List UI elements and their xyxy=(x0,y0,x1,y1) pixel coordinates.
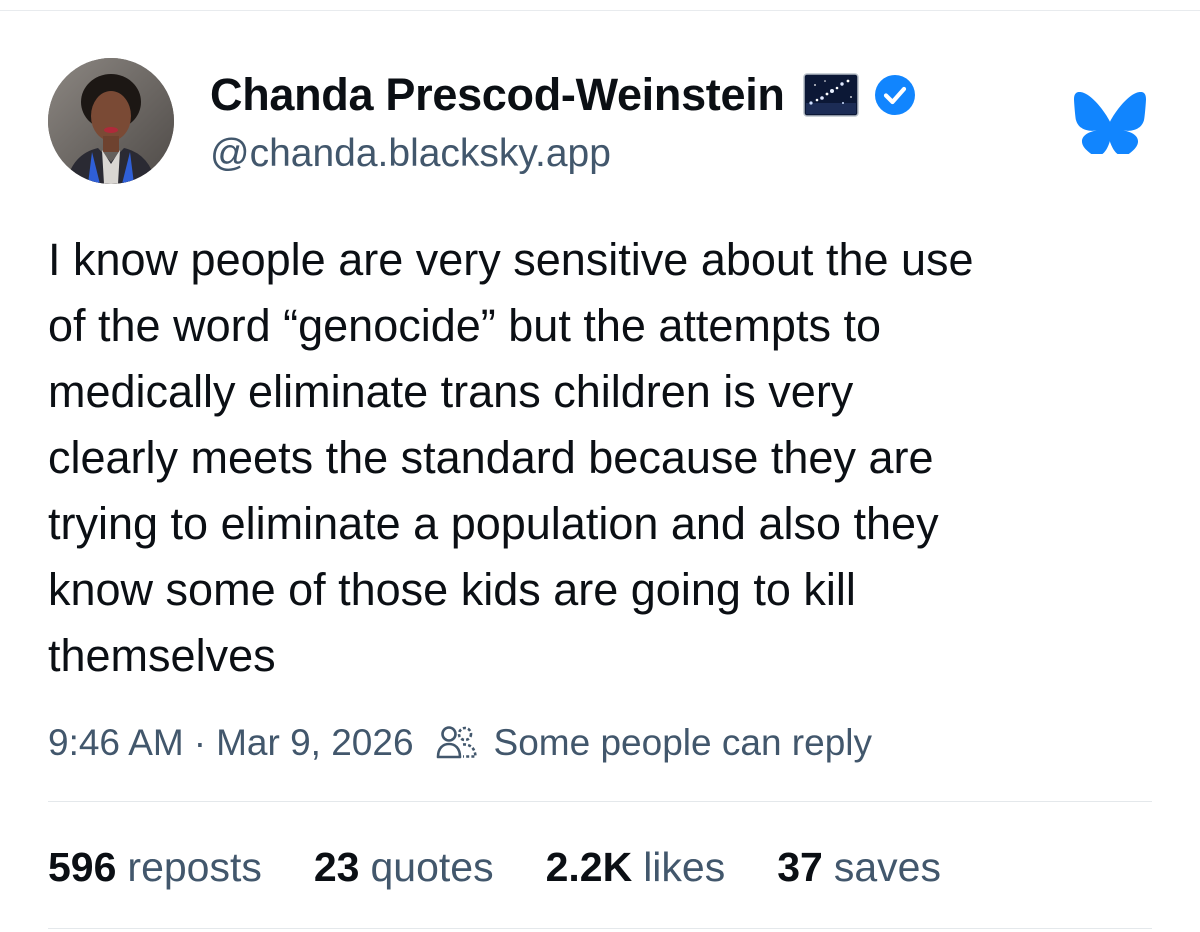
engagement-stats: 596 reposts 23 quotes 2.2K likes 37 save… xyxy=(48,840,993,894)
author-name-row: Chanda Prescod-Weinstein xyxy=(210,66,917,124)
quotes-count: 23 xyxy=(313,843,360,890)
divider xyxy=(48,801,1152,802)
night-sky-stars-emoji-icon xyxy=(802,73,859,117)
divider xyxy=(48,928,1152,929)
reply-setting-text[interactable]: Some people can reply xyxy=(494,722,872,764)
author-handle[interactable]: @chanda.blacksky.app xyxy=(210,132,611,176)
people-icon xyxy=(436,723,478,763)
reposts-label: reposts xyxy=(127,843,262,890)
saves-label: saves xyxy=(833,843,941,890)
author-display-name[interactable]: Chanda Prescod-Weinstein xyxy=(210,69,785,121)
meta-separator: · xyxy=(193,722,207,763)
saves-stat[interactable]: 37 saves xyxy=(777,844,941,891)
quotes-label: quotes xyxy=(370,843,494,890)
likes-label: likes xyxy=(643,843,726,890)
post-body-text: I know people are very sensitive about t… xyxy=(48,234,974,681)
post-meta-row: 9:46 AM · Mar 9, 2026 Some people can re… xyxy=(48,718,872,768)
post-time: 9:46 AM xyxy=(48,722,184,763)
top-divider xyxy=(0,10,1200,11)
likes-stat[interactable]: 2.2K likes xyxy=(546,844,726,891)
avatar[interactable] xyxy=(48,58,174,184)
bluesky-butterfly-icon xyxy=(1074,91,1146,156)
verified-check-icon[interactable] xyxy=(873,73,917,117)
reposts-count: 596 xyxy=(48,843,117,890)
post-date: Mar 9, 2026 xyxy=(216,722,414,763)
quotes-stat[interactable]: 23 quotes xyxy=(314,844,494,891)
reposts-stat[interactable]: 596 reposts xyxy=(48,844,262,891)
saves-count: 37 xyxy=(777,843,823,890)
likes-count: 2.2K xyxy=(545,843,633,890)
